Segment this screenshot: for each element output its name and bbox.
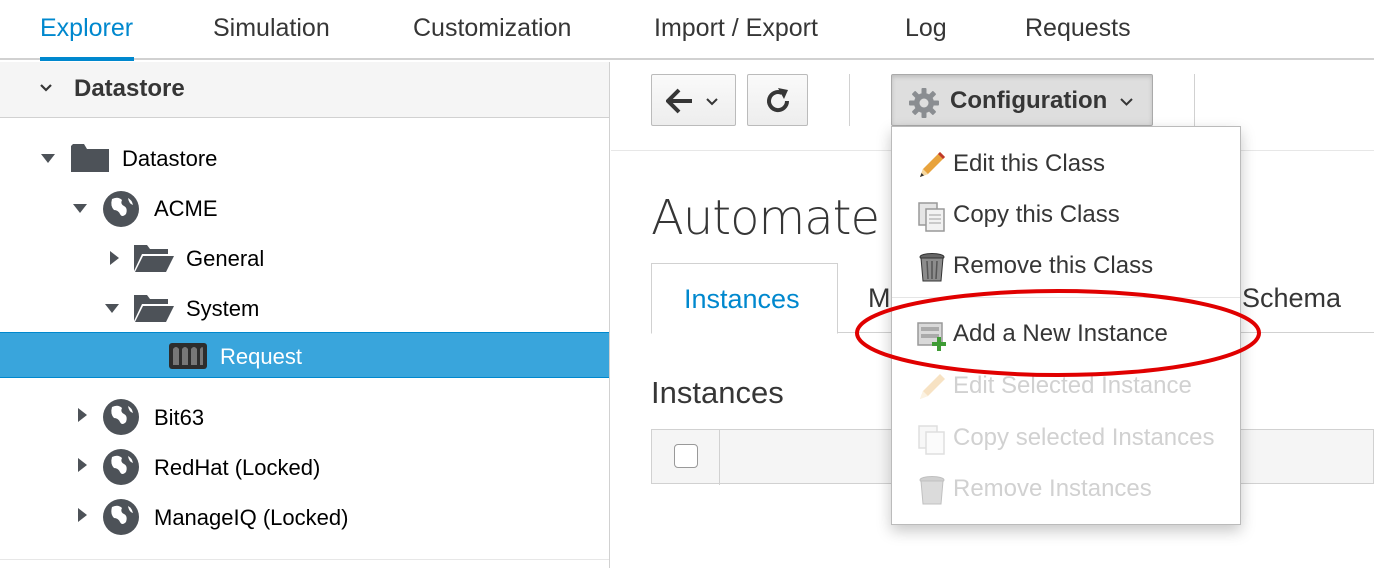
menu-item-label: Add a New Instance [953,320,1168,347]
page-title: Automate C [651,190,927,246]
reload-button[interactable] [747,74,808,126]
configuration-dropdown: Edit this Class Copy this Class Remove t… [891,126,1241,525]
tab-import-export[interactable]: Import / Export [654,14,818,43]
globe-icon [103,191,139,227]
gear-icon [909,88,939,118]
tree-node-redhat[interactable]: RedHat (Locked) [0,446,609,488]
configuration-button[interactable]: Configuration [891,74,1153,126]
sidebar: Datastore Datastore ACME General System … [0,62,610,568]
configuration-label: Configuration [950,87,1108,114]
sidebar-divider [0,559,609,560]
tree-node-acme[interactable]: ACME [0,188,609,230]
toolbar-separator [849,74,850,126]
accordion-header-datastore[interactable]: Datastore [0,62,609,118]
chevron-down-icon [1120,98,1133,106]
tab-log[interactable]: Log [905,14,947,43]
menu-item-edit-class[interactable]: Edit this Class [892,139,1240,189]
copy-icon [918,202,945,232]
accordion-title: Datastore [74,75,185,102]
menu-item-remove-class[interactable]: Remove this Class [892,241,1240,291]
tab-schema[interactable]: Schema [1242,283,1341,314]
folder-open-icon [134,295,174,322]
menu-item-remove-instances[interactable]: Remove Instances [892,464,1240,514]
caret-right-icon[interactable] [74,457,90,473]
tab-instances[interactable]: Instances [651,263,838,334]
caret-right-icon[interactable] [106,250,122,266]
tab-simulation[interactable]: Simulation [213,14,330,43]
tab-customization[interactable]: Customization [413,14,571,43]
globe-icon [103,399,139,435]
tree-node-label: ManageIQ (Locked) [154,505,349,530]
column-divider [719,430,720,485]
chevron-down-icon [40,84,52,92]
menu-item-label: Copy selected Instances [953,424,1215,451]
tree-node-manageiq[interactable]: ManageIQ (Locked) [0,496,609,538]
trash-icon [919,253,945,282]
tree-node-label: General [186,246,265,271]
caret-down-icon[interactable] [72,201,88,217]
tree-node-label: Datastore [122,146,218,171]
folder-icon [71,144,109,172]
caret-right-icon[interactable] [74,407,90,423]
tree-node-system[interactable]: System [0,288,609,330]
menu-item-label: Remove Instances [953,475,1152,502]
class-icon [169,343,207,369]
reload-icon [767,88,790,113]
menu-item-label: Edit this Class [953,150,1106,177]
active-tab-indicator [40,57,134,61]
top-nav: Explorer Simulation Customization Import… [0,0,1374,61]
caret-down-icon[interactable] [40,151,56,167]
tab-instances-label: Instances [684,284,800,314]
add-instance-icon [917,322,946,351]
folder-open-icon [134,245,174,272]
tree-node-bit63[interactable]: Bit63 [0,396,609,438]
tree-node-datastore[interactable]: Datastore [0,138,609,180]
pencil-icon [920,374,945,399]
section-title: Instances [651,375,784,410]
select-all-checkbox[interactable] [674,444,698,468]
tree-node-label: System [186,296,260,321]
menu-item-copy-selected-instances[interactable]: Copy selected Instances [892,413,1240,463]
globe-icon [103,499,139,535]
tree-node-label: Bit63 [154,405,205,430]
menu-divider [892,297,1240,298]
tab-methods[interactable]: M [868,283,891,314]
trash-icon [919,476,945,505]
tree-node-general[interactable]: General [0,238,609,280]
pencil-icon [920,152,945,177]
menu-item-edit-selected-instance[interactable]: Edit Selected Instance [892,361,1240,411]
caret-down-icon[interactable] [104,301,120,317]
tree-node-request[interactable]: Request [0,332,609,378]
chevron-down-icon [706,98,718,106]
menu-item-label: Remove this Class [953,252,1154,279]
arrow-left-icon [666,88,692,114]
copy-icon [918,425,945,455]
caret-right-icon[interactable] [74,507,90,523]
tree-node-label: Request [220,344,302,369]
menu-item-label: Copy this Class [953,201,1120,228]
tab-explorer[interactable]: Explorer [40,14,133,43]
toolbar-separator [1194,74,1195,126]
globe-icon [103,449,139,485]
tree-node-label: RedHat (Locked) [154,455,321,480]
tab-requests[interactable]: Requests [1025,14,1131,43]
tree-node-label: ACME [154,196,218,221]
menu-item-label: Edit Selected Instance [953,372,1192,399]
back-button[interactable] [651,74,736,126]
menu-item-copy-class[interactable]: Copy this Class [892,190,1240,240]
menu-item-add-instance[interactable]: Add a New Instance [892,309,1240,359]
